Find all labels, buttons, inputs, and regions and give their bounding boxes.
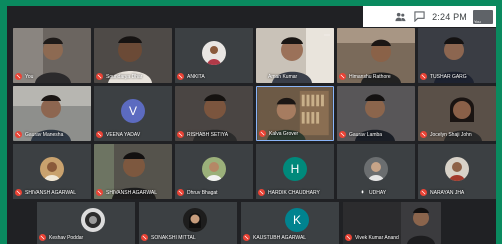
mic-off-icon [96, 73, 103, 80]
participant-tile[interactable]: Gaurav Manesha [13, 86, 91, 141]
participant-tile[interactable]: Gaurav Lamba [337, 86, 415, 141]
mic-off-icon [258, 189, 265, 196]
mic-off-icon [420, 73, 427, 80]
participant-name: Aman Kumar [268, 74, 298, 80]
participant-avatar [40, 157, 64, 181]
mic-off-icon [243, 234, 250, 241]
participant-name: KAUSTUBH AGARWAL [253, 235, 307, 241]
participant-tile[interactable]: NARAYAN JHA [418, 144, 496, 199]
mic-off-icon [177, 73, 184, 80]
more-options-icon[interactable]: ⋯ [324, 32, 330, 39]
participant-tile[interactable]: Vivek Kumar Anand [343, 202, 441, 244]
participant-tile[interactable]: Kalva Grover [256, 86, 334, 141]
mic-off-icon [96, 131, 103, 138]
participant-avatar: K [285, 208, 309, 232]
chat-icon[interactable] [413, 10, 426, 23]
participant-tile[interactable]: RISHABH SETIYA [175, 86, 253, 141]
participant-avatar: H [283, 157, 307, 181]
participant-name: Himanshu Rathore [349, 74, 391, 80]
participant-tile[interactable]: You [13, 28, 91, 83]
mic-off-icon [177, 189, 184, 196]
mic-off-icon [420, 131, 427, 138]
participant-name: Jocelyn Shaji John [430, 132, 472, 138]
participant-tile[interactable]: H HARDIK CHAUDHARY [256, 144, 334, 199]
participant-name: RISHABH SETIYA [187, 132, 229, 138]
mic-off-icon [339, 131, 346, 138]
mic-off-icon [420, 189, 427, 196]
participant-tile[interactable]: Jocelyn Shaji John [418, 86, 496, 141]
participant-tile[interactable]: Dhruv Bhagat [175, 144, 253, 199]
participant-tile[interactable]: ANKITA [175, 28, 253, 83]
participant-tile[interactable]: UDHAY [337, 144, 415, 199]
participant-tile[interactable]: TUSHAR GARG [418, 28, 496, 83]
participant-tile[interactable]: V VEENA YADAV [94, 86, 172, 141]
mic-off-icon [96, 189, 103, 196]
participant-name: You [25, 74, 34, 80]
participant-tile[interactable]: SHIVANSH AGARWAL [13, 144, 91, 199]
participant-name: Dhruv Bhagat [187, 190, 218, 196]
participant-avatar [364, 157, 388, 181]
participant-tile[interactable]: K KAUSTUBH AGARWAL [241, 202, 339, 244]
participant-avatar [445, 157, 469, 181]
participant-name: HARDIK CHAUDHARY [268, 190, 320, 196]
participant-tile[interactable]: Soundarya Dhar [94, 28, 172, 83]
mic-off-icon [39, 234, 46, 241]
meet-screen: 2:24 PM You You Soundarya Dhar ANKITA ⋯ … [7, 6, 496, 244]
participant-tile[interactable]: ⋯ Aman Kumar [256, 28, 334, 83]
mic-off-icon [15, 189, 22, 196]
self-view-thumbnail[interactable]: You [473, 9, 493, 24]
participant-name: TUSHAR GARG [430, 74, 467, 80]
mic-off-icon [15, 73, 22, 80]
participant-tile[interactable]: Himanshu Rathore [337, 28, 415, 83]
participant-name: NARAYAN JHA [430, 190, 465, 196]
participant-name: VEENA YADAV [106, 132, 141, 138]
participant-name: Vivek Kumar Anand [355, 235, 399, 241]
mic-off-icon [345, 234, 352, 241]
participant-avatar [81, 208, 105, 232]
participant-name: ANKITA [187, 74, 205, 80]
participant-avatar: V [121, 99, 145, 123]
participant-avatar [202, 41, 226, 65]
participant-name: UDHAY [369, 190, 387, 196]
participant-name: SHIVANSH AGARWAL [106, 190, 158, 196]
mic-off-icon [177, 131, 184, 138]
participant-avatar [202, 157, 226, 181]
participant-name: Kalva Grover [269, 131, 299, 137]
participant-name: SONAKSHI MITTAL [151, 235, 196, 241]
people-icon[interactable] [394, 10, 407, 23]
mic-off-icon [339, 73, 346, 80]
participant-avatar [183, 208, 207, 232]
clock-time: 2:24 PM [432, 11, 467, 22]
participant-name: Gaurav Manesha [25, 132, 64, 138]
participant-tile[interactable]: SHIVANSH AGARWAL [94, 144, 172, 199]
participant-name: Keshav Poddar [49, 235, 84, 241]
mic-off-icon [15, 131, 22, 138]
mic-icon [359, 189, 366, 196]
participant-name: SHIVANSH AGARWAL [25, 190, 77, 196]
mic-off-icon [259, 130, 266, 137]
participant-tile[interactable]: Keshav Poddar [37, 202, 135, 244]
participant-name: Gaurav Lamba [349, 132, 383, 138]
participant-name: Soundarya Dhar [106, 74, 143, 80]
participant-tile[interactable]: SONAKSHI MITTAL [139, 202, 237, 244]
mic-off-icon [141, 234, 148, 241]
self-view-label: You [474, 18, 481, 24]
top-bar: 2:24 PM You [363, 6, 496, 27]
